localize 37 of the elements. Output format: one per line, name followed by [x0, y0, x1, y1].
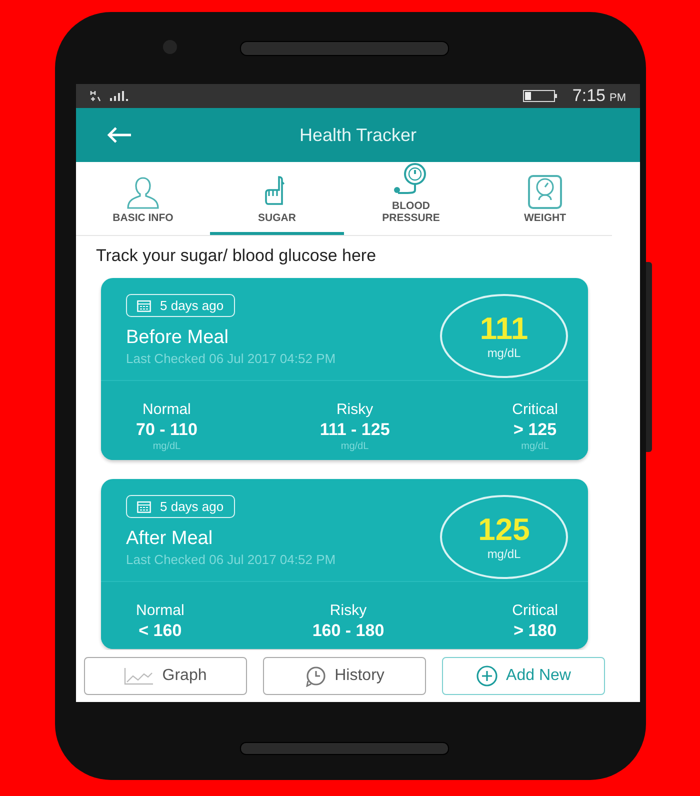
range-value: < 160	[138, 621, 182, 641]
range-value: > 180	[514, 621, 557, 641]
last-checked-text: Last Checked 06 Jul 2017 04:52 PM	[126, 552, 336, 567]
range-value: > 125	[514, 420, 557, 440]
action-button[interactable]: History	[263, 657, 426, 695]
date-badge: 5 days ago	[126, 294, 235, 317]
range-label: Normal	[142, 401, 191, 418]
card-title: Before Meal	[126, 327, 230, 349]
range-label: Critical	[512, 602, 558, 619]
last-checked-text: Last Checked 06 Jul 2017 04:52 PM	[126, 351, 336, 366]
range-value: 111 - 125	[320, 420, 390, 440]
signal-icon	[109, 90, 129, 102]
range-label: Critical	[512, 401, 558, 418]
section-heading: Track your sugar/ blood glucose here	[96, 246, 378, 266]
range-value: 70 - 110	[136, 420, 198, 440]
range-label: Normal	[136, 602, 184, 619]
line-chart-icon	[124, 666, 154, 686]
range-label: Risky	[336, 401, 374, 418]
calendar-icon	[137, 500, 151, 512]
battery-icon	[523, 90, 558, 102]
plus-circle-icon	[476, 665, 498, 687]
clock-icon	[304, 666, 327, 686]
reading-circle: 111 mg/dL	[440, 294, 568, 378]
reading-circle: 125 mg/dL	[440, 495, 568, 579]
calendar-icon	[137, 300, 151, 312]
app-title: Health Tracker	[298, 124, 418, 146]
range-value: 160 - 180	[312, 621, 384, 641]
status-time: 7:15 PM	[572, 86, 626, 106]
weighing-scale-icon	[525, 174, 565, 210]
range-unit: mg/dL	[521, 441, 549, 452]
range-unit: mg/dL	[152, 441, 181, 452]
action-button[interactable]: Graph	[84, 657, 247, 695]
date-badge: 5 days ago	[126, 495, 235, 518]
back-arrow-icon	[106, 126, 132, 144]
range-unit: mg/dL	[340, 441, 369, 452]
card-title: After Meal	[126, 528, 214, 550]
range-label: Risky	[330, 602, 367, 619]
